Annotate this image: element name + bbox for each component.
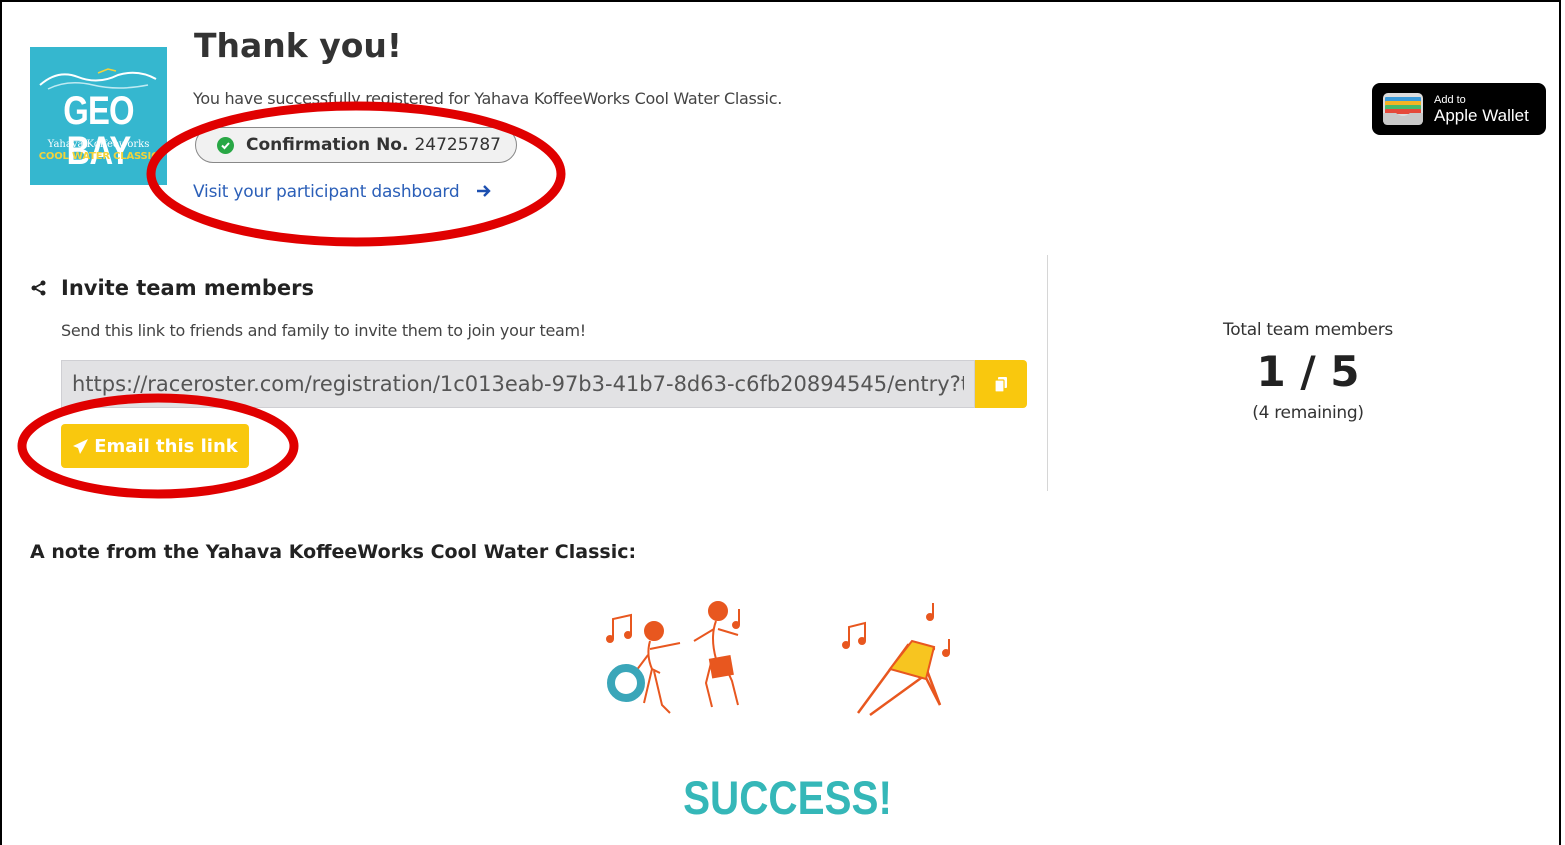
confirmation-number: 24725787 [414, 135, 501, 155]
confirmation-label: Confirmation No. [246, 135, 409, 155]
paper-plane-icon [73, 438, 89, 454]
share-icon [31, 280, 46, 296]
team-members-label: Total team members [1223, 320, 1393, 340]
dashboard-link-label: Visit your participant dashboard [193, 182, 460, 202]
invite-heading-label: Invite team members [61, 276, 315, 300]
page-title: Thank you! [194, 26, 402, 65]
success-heading: SUCCESS! [683, 771, 892, 824]
invite-description: Send this link to friends and family to … [61, 321, 586, 340]
copy-icon [994, 376, 1007, 393]
celebration-illustration [606, 601, 950, 717]
registration-message: You have successfully registered for Yah… [193, 89, 782, 108]
organizer-note-heading: A note from the Yahava KoffeeWorks Cool … [30, 541, 637, 563]
event-logo: GEO BAY Yahava Koffeeworks COOL WATER CL… [30, 47, 167, 185]
participant-dashboard-link[interactable]: Visit your participant dashboard [193, 181, 492, 203]
email-link-label: Email this link [94, 435, 238, 457]
invite-heading: Invite team members [31, 276, 314, 300]
logo-subtitle-2: COOL WATER CLASSIC [38, 151, 159, 162]
check-circle-icon [217, 136, 234, 154]
copy-link-button[interactable] [975, 360, 1027, 408]
invite-link-field[interactable] [61, 360, 975, 408]
add-to-apple-wallet-button[interactable]: Add to Apple Wallet [1372, 83, 1546, 135]
arrow-right-icon [476, 181, 492, 203]
confirmation-badge: Confirmation No. 24725787 [195, 127, 517, 163]
wallet-big-label: Apple Wallet [1434, 105, 1529, 125]
vertical-divider [1047, 255, 1048, 491]
team-members-remaining: (4 remaining) [1252, 403, 1364, 423]
email-link-button[interactable]: Email this link [61, 424, 249, 468]
wallet-small-label: Add to [1434, 93, 1466, 106]
team-members-count: 1 / 5 [1256, 347, 1360, 396]
wallet-icon [1383, 93, 1423, 125]
logo-subtitle: Yahava Koffeeworks [47, 139, 150, 150]
